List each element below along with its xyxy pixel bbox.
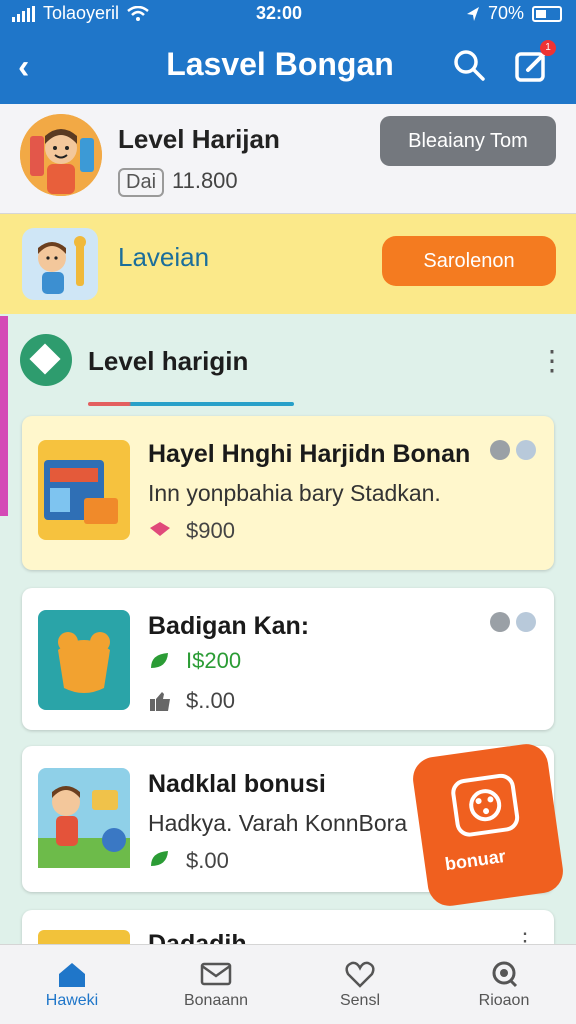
more-vertical-icon[interactable]: ⋮ [514,928,536,944]
info-icon[interactable] [516,612,536,632]
battery-percent: 70% [487,3,524,23]
mail-icon [200,962,232,985]
wifi-icon [127,5,149,21]
page-title: Lasvel Bongan [166,46,394,82]
section-progress-bar [88,402,294,406]
search-icon[interactable] [452,48,486,82]
banner-action-button[interactable]: Sarolenon [382,236,556,286]
card-title: Nadklal bonusi [148,770,326,798]
profile-icon [492,961,518,987]
card-price: $900 [186,518,235,543]
location-icon [466,6,479,21]
leaf-icon [151,653,168,668]
card-price-secondary: $..00 [186,688,235,713]
heart-icon [345,961,375,988]
battery-icon [532,5,562,22]
banner-label: Laveian [118,242,210,272]
status-left: Tolaoyeril [12,3,149,24]
profile-name: Level Harijan [118,124,280,154]
card-thumbnail [38,768,130,868]
card-title: Badigan Kan: [148,612,310,640]
card-title: Hayel Hnghi Harjidn Bonan [148,440,471,468]
home-icon [59,962,85,987]
nav-label: Bonaann [183,991,249,1009]
settings-icon[interactable] [490,440,510,460]
card-actions [490,612,536,632]
nav-label: Rioaon [478,991,530,1009]
card-thumbnail [38,930,130,944]
notification-badge: 1 [540,40,556,56]
profile-action-button[interactable]: Bleaiany Tom [380,116,556,166]
card-thumbnail [38,610,130,710]
nav-label: Sensl [339,991,381,1009]
list-item[interactable]: Badigan Kan: I$200 $..00 [22,588,554,730]
carrier-label: Tolaoyeril [43,3,120,23]
bonus-label: bonuar [443,845,507,875]
profile-card: Level Harijan Dai 11.800 Bleaiany Tom [0,104,576,214]
nav-item-mail[interactable]: Bonaann [144,945,288,1024]
app-header: Tolaoyeril 32:00 70% ‹ Lasvel Bongan 1 [0,0,576,104]
nav-item-heart[interactable]: Sensl [288,945,432,1024]
status-bar: Tolaoyeril 32:00 70% [0,0,576,28]
status-time: 32:00 [256,3,303,23]
settings-icon[interactable] [490,612,510,632]
profile-score: 11.800 [172,168,238,193]
card-subtitle: Inn yonpbahia bary Stadkan. [148,480,441,506]
bottom-nav: Haweki Bonaann Sensl Rioaon [0,944,576,1024]
more-vertical-icon[interactable]: ⋮ [538,344,566,377]
card-title: Dadadih [148,930,247,944]
card-actions [490,440,536,460]
card-price: $.00 [186,848,229,873]
edit-icon[interactable]: 1 [514,40,556,84]
gift-icon [150,522,170,536]
leaf-icon [151,851,168,866]
banner-character-icon [22,228,98,300]
info-icon[interactable] [516,440,536,460]
bonus-wheel-icon [449,772,521,839]
list-item[interactable]: Hayel Hnghi Harjidn Bonan Inn yonpbahia … [22,416,554,570]
section-header: Level harigin ⋮ [0,316,576,406]
section-title: Level harigin [88,346,249,376]
list-item[interactable]: Dadadih ⋮ [22,910,554,944]
back-chevron-icon[interactable]: ‹ [18,48,29,87]
promo-banner: Laveian Sarolenon [0,214,576,314]
card-subtitle: Hadkya. Varah KonnBora [148,810,408,836]
card-thumbnail [38,440,130,540]
section-icon [20,334,72,386]
nav-item-home[interactable]: Haweki [0,945,144,1024]
card-price-green: I$200 [186,648,242,673]
nav-item-profile[interactable]: Rioaon [432,945,576,1024]
signal-icon [12,5,35,22]
status-right: 70% [466,3,562,24]
bonus-sticker[interactable]: bonuar [410,741,566,909]
nav-label: Haweki [45,991,99,1009]
avatar [20,114,102,196]
like-icon [150,692,170,711]
profile-badge: Dai [118,168,165,197]
